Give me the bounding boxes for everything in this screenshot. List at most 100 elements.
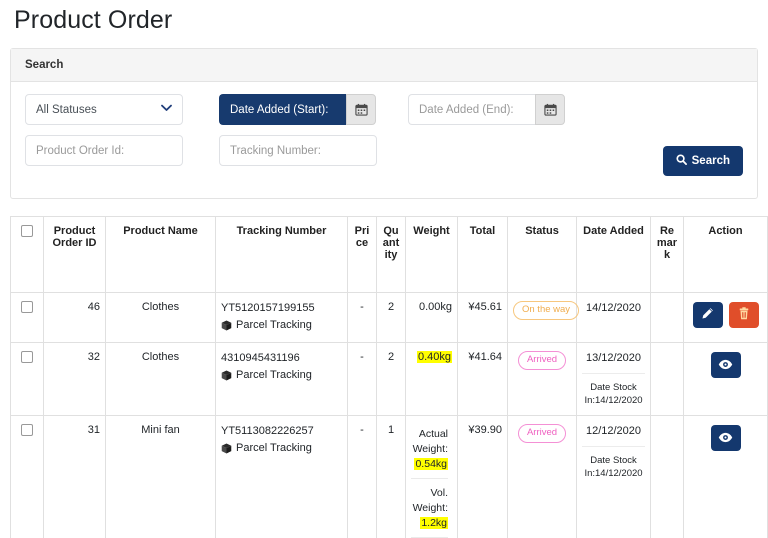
header-total[interactable]: Total (457, 216, 508, 293)
header-action: Action (683, 216, 768, 293)
actual-weight-segment: Actual Weight: 0.54kg (411, 424, 448, 478)
tracking-number-value: YT5120157199155 (221, 302, 315, 314)
header-product-order-id[interactable]: Product Order ID (43, 216, 106, 293)
search-icon (676, 154, 687, 168)
package-icon (221, 370, 232, 381)
eye-icon (718, 358, 733, 373)
product-order-table: Product Order ID Product Name Tracking N… (10, 216, 768, 538)
cell-date-added: 13/12/2020 Date Stock In:14/12/2020 (576, 342, 651, 416)
search-button[interactable]: Search (662, 146, 743, 176)
actual-weight-label: Actual Weight: (412, 428, 448, 455)
header-weight[interactable]: Weight (405, 216, 458, 293)
action-buttons (689, 301, 762, 328)
product-order-page: Product Order Search All Statuses Date A… (0, 5, 768, 538)
date-stock-in-value: 14/12/2020 (595, 468, 643, 479)
tracking-number-input[interactable]: Tracking Number: (219, 135, 377, 166)
cell-action (683, 342, 768, 416)
product-order-table-wrapper: Product Order ID Product Name Tracking N… (10, 216, 768, 538)
date-stock-in: Date Stock In:14/12/2020 (582, 446, 645, 480)
tracking-number-value: YT5113082226257 (221, 425, 314, 437)
cell-date-added: 14/12/2020 (576, 292, 651, 343)
cell-product-order-id: 46 (43, 292, 106, 343)
row-select-cell (10, 342, 44, 416)
parcel-tracking-label: Parcel Tracking (236, 442, 312, 454)
cell-total: ¥45.61 (457, 292, 508, 343)
status-badge: Arrived (517, 424, 567, 443)
date-stock-in: Date Stock In:14/12/2020 (582, 373, 645, 407)
package-icon (221, 320, 232, 331)
date-added-value: 13/12/2020 (585, 352, 642, 364)
calendar-icon[interactable] (535, 94, 565, 125)
select-all-checkbox[interactable] (21, 225, 33, 237)
cell-remark (650, 415, 684, 538)
cell-tracking-number: YT5113082226257 Parcel Tracking (215, 415, 348, 538)
action-buttons (689, 351, 762, 378)
header-price[interactable]: Price (347, 216, 377, 293)
status-select-value: All Statuses (36, 103, 97, 116)
search-row-1: All Statuses Date Added (Start): Date Ad… (25, 94, 743, 125)
header-date-added[interactable]: Date Added (576, 216, 651, 293)
weight-value: 0.40kg (416, 351, 452, 363)
pencil-icon (701, 307, 714, 323)
volumetric-weight-label: Vol. Weight: (412, 487, 448, 514)
header-status[interactable]: Status (507, 216, 577, 293)
parcel-tracking-link[interactable]: Parcel Tracking (221, 368, 342, 382)
cell-date-added: 12/12/2020 Date Stock In:14/12/2020 (576, 415, 651, 538)
cell-quantity: 2 (376, 342, 406, 416)
select-all-header (10, 216, 44, 293)
cell-product-order-id: 31 (43, 415, 106, 538)
cell-status: Arrived (507, 342, 577, 416)
header-tracking-number[interactable]: Tracking Number (215, 216, 348, 293)
cell-status: Arrived (507, 415, 577, 538)
cell-total: ¥39.90 (457, 415, 508, 538)
cell-action (683, 415, 768, 538)
parcel-tracking-link[interactable]: Parcel Tracking (221, 441, 342, 455)
table-row: 46 Clothes YT5120157199155 Parcel Tracki… (10, 292, 768, 343)
cell-tracking-number: YT5120157199155 Parcel Tracking (215, 292, 348, 343)
view-button[interactable] (710, 425, 741, 451)
cell-status: On the way (507, 292, 580, 343)
search-button-label: Search (691, 155, 730, 167)
date-stock-in-value: 14/12/2020 (595, 395, 643, 406)
row-checkbox[interactable] (21, 351, 33, 363)
cell-product-name: Clothes (105, 342, 216, 416)
volumetric-weight-value: 1.2kg (420, 517, 448, 529)
row-checkbox[interactable] (21, 301, 33, 313)
cell-price: - (347, 342, 377, 416)
edit-button[interactable] (692, 302, 723, 328)
parcel-tracking-label: Parcel Tracking (236, 369, 312, 381)
row-checkbox[interactable] (21, 424, 33, 436)
cell-price: - (347, 292, 377, 343)
product-order-id-input[interactable]: Product Order Id: (25, 135, 183, 166)
package-icon (221, 443, 232, 454)
date-added-start-input[interactable]: Date Added (Start): (219, 94, 346, 125)
search-row-2: Product Order Id: Tracking Number: (25, 135, 743, 166)
cell-total: ¥41.64 (457, 342, 508, 416)
cell-weight: 0.00kg (405, 292, 458, 343)
table-row: 31 Mini fan YT5113082226257 Parcel Track… (10, 415, 768, 538)
cell-product-name: Clothes (105, 292, 216, 343)
page-title: Product Order (14, 6, 173, 34)
cell-quantity: 2 (376, 292, 406, 343)
cell-product-name: Mini fan (105, 415, 216, 538)
parcel-tracking-label: Parcel Tracking (236, 319, 312, 331)
cell-product-order-id: 32 (43, 342, 106, 416)
row-select-cell (10, 415, 44, 538)
search-panel-header: Search (11, 49, 757, 82)
actual-weight-value: 0.54kg (414, 458, 448, 470)
cell-weight: 0.40kg (405, 342, 458, 416)
delete-button[interactable] (728, 302, 759, 328)
header-remark[interactable]: Remark (650, 216, 684, 293)
eye-icon (718, 431, 733, 446)
cell-remark (650, 342, 684, 416)
header-quantity[interactable]: Quantity (376, 216, 406, 293)
date-added-end-input[interactable]: Date Added (End): (408, 94, 535, 125)
status-select[interactable]: All Statuses (25, 94, 183, 125)
calendar-icon[interactable] (346, 94, 376, 125)
view-button[interactable] (710, 352, 741, 378)
tracking-number-value: 4310945431196 (221, 352, 300, 364)
date-added-value: 14/12/2020 (585, 302, 642, 314)
cell-action (683, 292, 768, 343)
header-product-name[interactable]: Product Name (105, 216, 216, 293)
parcel-tracking-link[interactable]: Parcel Tracking (221, 318, 342, 332)
